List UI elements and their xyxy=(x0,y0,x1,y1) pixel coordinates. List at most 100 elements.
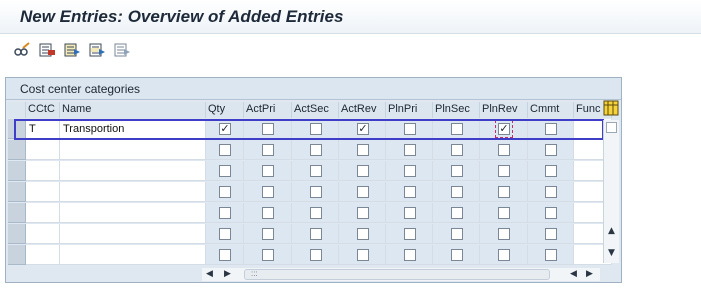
checkbox-actsec[interactable] xyxy=(310,249,322,261)
checkbox-cmmt[interactable] xyxy=(545,144,557,156)
checkbox-plnpri[interactable] xyxy=(404,123,416,135)
checkbox-actsec[interactable] xyxy=(310,144,322,156)
checkbox-actpri[interactable] xyxy=(262,186,274,198)
checkbox-qty[interactable] xyxy=(219,144,231,156)
checkbox-plnsec[interactable] xyxy=(451,144,463,156)
checkbox-cmmt[interactable] xyxy=(545,165,557,177)
scroll-top-box[interactable] xyxy=(606,122,617,133)
name-cell[interactable] xyxy=(60,161,206,181)
checkbox-plnpri[interactable] xyxy=(404,144,416,156)
vertical-scrollbar[interactable]: ▲ ▼ xyxy=(603,120,619,263)
checkbox-cmmt[interactable] xyxy=(545,123,557,135)
column-header-actpri[interactable]: ActPri xyxy=(244,102,292,118)
scroll-right-arrow-icon[interactable]: ▶ xyxy=(224,269,231,279)
column-header-plnrev[interactable]: PlnRev xyxy=(480,102,528,118)
checkbox-cmmt[interactable] xyxy=(545,207,557,219)
delete-button[interactable] xyxy=(38,42,56,58)
checkbox-qty[interactable] xyxy=(219,228,231,240)
checkbox-cmmt[interactable] xyxy=(545,228,557,240)
name-cell[interactable]: Transportion xyxy=(60,119,206,139)
toggle-edit-button[interactable] xyxy=(13,42,31,58)
row-selector[interactable] xyxy=(8,119,26,139)
select-block-button[interactable] xyxy=(88,42,106,58)
checkbox-qty[interactable] xyxy=(219,249,231,261)
checkbox-actpri[interactable] xyxy=(262,123,274,135)
checkbox-plnrev[interactable] xyxy=(498,207,510,219)
checkbox-cmmt[interactable] xyxy=(545,186,557,198)
checkbox-actrev[interactable] xyxy=(357,207,369,219)
column-header-qty[interactable]: Qty xyxy=(206,102,244,118)
scroll-left-arrow-icon[interactable]: ◀ xyxy=(206,269,213,279)
checkbox-actrev[interactable] xyxy=(357,228,369,240)
scroll-down-arrow-icon[interactable]: ▼ xyxy=(608,248,615,258)
column-header-cmmt[interactable]: Cmmt xyxy=(528,102,574,118)
checkbox-plnsec[interactable] xyxy=(451,207,463,219)
row-selector[interactable] xyxy=(8,161,26,181)
checkbox-qty[interactable] xyxy=(219,207,231,219)
scroll-up-arrow-icon[interactable]: ▲ xyxy=(608,226,615,236)
scroll-right-end-arrow-icon[interactable]: ▶ xyxy=(586,269,593,279)
horizontal-scrollbar[interactable]: ◀ ▶ ::: ◀ ▶ xyxy=(202,268,600,281)
checkbox-actrev[interactable] xyxy=(357,249,369,261)
checkbox-plnrev[interactable] xyxy=(498,144,510,156)
checkbox-actsec[interactable] xyxy=(310,207,322,219)
row-selector[interactable] xyxy=(8,140,26,160)
checkbox-plnrev[interactable] xyxy=(498,165,510,177)
checkbox-actsec[interactable] xyxy=(310,228,322,240)
column-header-plnpri[interactable]: PlnPri xyxy=(386,102,433,118)
column-header-cctc[interactable]: CCtC xyxy=(26,102,60,118)
checkbox-plnsec[interactable] xyxy=(451,186,463,198)
column-settings-button[interactable] xyxy=(602,100,619,116)
checkbox-plnsec[interactable] xyxy=(451,228,463,240)
checkbox-actsec[interactable] xyxy=(310,123,322,135)
select-all-button[interactable] xyxy=(63,42,81,58)
cctc-cell[interactable] xyxy=(26,203,60,223)
row-selector[interactable] xyxy=(8,245,26,265)
checkbox-actrev[interactable] xyxy=(357,186,369,198)
checkbox-plnpri[interactable] xyxy=(404,249,416,261)
row-selector[interactable] xyxy=(8,182,26,202)
cctc-cell[interactable] xyxy=(26,245,60,265)
checkbox-plnpri[interactable] xyxy=(404,186,416,198)
cctc-cell[interactable] xyxy=(26,224,60,244)
checkbox-plnpri[interactable] xyxy=(404,165,416,177)
name-cell[interactable] xyxy=(60,224,206,244)
scroll-left-end-arrow-icon[interactable]: ◀ xyxy=(570,269,577,279)
row-selector[interactable] xyxy=(8,224,26,244)
checkbox-qty-checked[interactable]: ✓ xyxy=(219,123,231,135)
name-cell[interactable] xyxy=(60,182,206,202)
column-header-plnsec[interactable]: PlnSec xyxy=(433,102,480,118)
checkbox-actpri[interactable] xyxy=(262,249,274,261)
cctc-cell[interactable] xyxy=(26,161,60,181)
checkbox-qty[interactable] xyxy=(219,186,231,198)
checkbox-plnsec[interactable] xyxy=(451,249,463,261)
checkbox-actrev-checked[interactable]: ✓ xyxy=(357,123,369,135)
checkbox-plnrev[interactable] xyxy=(498,186,510,198)
name-cell[interactable] xyxy=(60,203,206,223)
checkbox-plnrev[interactable] xyxy=(498,228,510,240)
horizontal-scroll-thumb[interactable]: ::: xyxy=(244,269,550,280)
checkbox-qty[interactable] xyxy=(219,165,231,177)
column-header-actsec[interactable]: ActSec xyxy=(292,102,339,118)
checkbox-actsec[interactable] xyxy=(310,186,322,198)
checkbox-plnsec[interactable] xyxy=(451,123,463,135)
checkbox-plnrev[interactable] xyxy=(498,249,510,261)
cctc-cell[interactable] xyxy=(26,182,60,202)
checkbox-actrev[interactable] xyxy=(357,165,369,177)
select-all-rows-header[interactable] xyxy=(8,102,26,118)
name-cell[interactable] xyxy=(60,140,206,160)
checkbox-actrev[interactable] xyxy=(357,144,369,156)
checkbox-plnpri[interactable] xyxy=(404,207,416,219)
checkbox-plnpri[interactable] xyxy=(404,228,416,240)
cctc-cell[interactable]: T xyxy=(26,119,60,139)
checkbox-plnrev-checked[interactable]: ✓ xyxy=(498,123,510,135)
checkbox-actpri[interactable] xyxy=(262,228,274,240)
deselect-all-button[interactable] xyxy=(113,42,131,58)
column-header-actrev[interactable]: ActRev xyxy=(339,102,386,118)
column-header-name[interactable]: Name xyxy=(60,102,206,118)
checkbox-cmmt[interactable] xyxy=(545,249,557,261)
name-cell[interactable] xyxy=(60,245,206,265)
row-selector[interactable] xyxy=(8,203,26,223)
cctc-cell[interactable] xyxy=(26,140,60,160)
checkbox-actsec[interactable] xyxy=(310,165,322,177)
